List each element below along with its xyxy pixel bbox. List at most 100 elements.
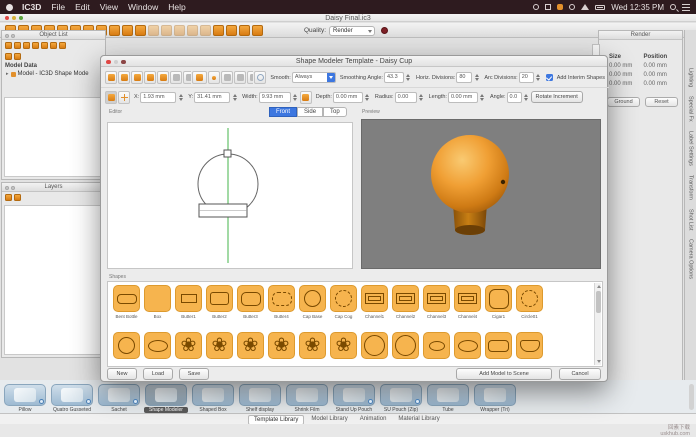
control-center-icon[interactable] — [682, 4, 690, 11]
align-icon[interactable] — [187, 25, 198, 36]
rotate-increment-button[interactable]: Rotate Increment — [531, 91, 583, 103]
stepper[interactable] — [177, 94, 184, 101]
duplicate-icon[interactable] — [32, 42, 39, 49]
menubar-clock[interactable]: Wed 12:35 PM — [611, 3, 664, 12]
info-icon[interactable] — [39, 399, 44, 404]
menu-item[interactable]: View — [100, 2, 118, 12]
add-icon[interactable] — [23, 42, 30, 49]
dialog-close-button[interactable] — [106, 60, 111, 65]
shape-item[interactable]: Channel3 — [421, 285, 452, 319]
shape-item[interactable]: Bent Bottle — [111, 285, 142, 319]
dropdown-arrow-icon[interactable] — [327, 72, 336, 83]
template-item[interactable]: Tube — [426, 384, 470, 413]
reset-button[interactable]: Reset — [645, 97, 678, 107]
shape-item[interactable] — [235, 332, 266, 359]
status-icon[interactable] — [533, 4, 539, 10]
redo-icon[interactable] — [252, 25, 263, 36]
shape-item[interactable]: Butter1 — [173, 285, 204, 319]
shelf-scrollbar[interactable] — [689, 384, 694, 410]
stepper[interactable] — [473, 74, 480, 81]
add-model-to-scene-button[interactable]: Add Model to Scene — [456, 368, 552, 380]
info-icon[interactable] — [86, 399, 91, 404]
smooth-select[interactable]: Always — [292, 72, 336, 83]
shape-item[interactable] — [421, 332, 452, 359]
side-tab[interactable]: Shot List — [688, 209, 694, 230]
shape-item[interactable]: Butter2 — [204, 285, 235, 319]
depth-input[interactable]: 0.00 mm — [333, 92, 363, 103]
arc-icon[interactable] — [234, 71, 246, 84]
collapse-icon[interactable] — [5, 42, 12, 49]
shape-item[interactable] — [111, 332, 142, 359]
shape-item[interactable] — [328, 332, 359, 359]
stepper[interactable] — [535, 74, 542, 81]
open-folder-icon[interactable] — [14, 53, 21, 60]
stepper[interactable] — [364, 94, 371, 101]
image-icon[interactable] — [213, 25, 224, 36]
menu-item[interactable]: File — [51, 2, 65, 12]
dialog-minimize-button[interactable] — [114, 60, 119, 65]
shape-item[interactable] — [142, 332, 173, 359]
delete-point-icon[interactable] — [170, 71, 182, 84]
view-tab[interactable]: Side — [297, 107, 323, 117]
menu-item[interactable]: Edit — [75, 2, 90, 12]
template-item[interactable]: Pillow — [3, 384, 47, 413]
stepper[interactable] — [523, 94, 530, 101]
shape-item[interactable] — [483, 332, 514, 359]
status-grid-icon[interactable] — [545, 4, 551, 10]
shape-item[interactable] — [390, 332, 421, 359]
stepper[interactable] — [292, 94, 299, 101]
y-input[interactable]: 31.41 mm — [194, 92, 230, 103]
panel-close-icon[interactable] — [5, 186, 9, 190]
shape-item[interactable]: Channel1 — [359, 285, 390, 319]
quality-select[interactable]: Render — [329, 26, 375, 36]
move-down-icon[interactable] — [59, 42, 66, 49]
new-button[interactable]: New — [107, 368, 137, 380]
arc-divisions-input[interactable]: 20 — [519, 72, 534, 83]
side-tab[interactable]: Lighting — [688, 68, 694, 87]
panel-collapse-icon[interactable] — [11, 186, 15, 190]
layers-area[interactable] — [4, 205, 103, 355]
disclosure-triangle-icon[interactable]: ▸ — [6, 71, 9, 77]
pan-icon[interactable] — [144, 71, 156, 84]
shape-item[interactable] — [359, 332, 390, 359]
cancel-button[interactable]: Cancel — [559, 368, 601, 380]
save-button[interactable]: Save — [179, 368, 209, 380]
mirror-icon[interactable] — [148, 25, 159, 36]
template-item[interactable]: Stand Up Pouch — [332, 384, 376, 413]
template-item[interactable]: SU Pouch (Zip) — [379, 384, 423, 413]
template-item[interactable]: Wrapper (Tri) — [473, 384, 517, 413]
menu-item[interactable]: Window — [128, 2, 158, 12]
shapes-scrollbar[interactable] — [594, 283, 601, 365]
profile-tool-icon[interactable] — [105, 91, 117, 104]
expand-icon[interactable] — [14, 42, 21, 49]
length-input[interactable]: 0.00 mm — [448, 92, 478, 103]
x-input[interactable]: 1.93 mm — [140, 92, 176, 103]
app-status-icon[interactable] — [557, 4, 563, 10]
stepper[interactable] — [405, 74, 412, 81]
brush-icon[interactable] — [221, 71, 233, 84]
info-icon[interactable] — [415, 399, 420, 404]
clock-icon[interactable] — [569, 4, 575, 10]
record-icon[interactable] — [381, 27, 388, 34]
hand-icon[interactable] — [200, 25, 211, 36]
star-icon[interactable] — [174, 25, 185, 36]
move-up-icon[interactable] — [50, 42, 57, 49]
wifi-icon[interactable] — [581, 4, 589, 10]
side-tab[interactable]: Label Settings — [688, 131, 694, 166]
template-item[interactable]: Shape Modeler — [144, 384, 188, 413]
dialog-zoom-button[interactable] — [121, 60, 126, 65]
panel-close-icon[interactable] — [5, 34, 9, 38]
apple-icon[interactable] — [6, 4, 13, 11]
horiz-divisions-input[interactable]: 80 — [456, 72, 472, 83]
battery-icon[interactable] — [595, 5, 605, 10]
shape-item[interactable]: Butter3 — [235, 285, 266, 319]
new-folder-icon[interactable] — [5, 53, 12, 60]
info-icon[interactable] — [133, 399, 138, 404]
select-icon[interactable] — [105, 71, 117, 84]
template-item[interactable]: Shaped Box — [191, 384, 235, 413]
scrollbar-thumb[interactable] — [596, 291, 601, 313]
spotlight-search-icon[interactable] — [670, 4, 676, 10]
angle-input[interactable]: 0.0 — [507, 92, 522, 103]
delete-icon[interactable] — [41, 42, 48, 49]
add-layer-icon[interactable] — [5, 194, 12, 201]
